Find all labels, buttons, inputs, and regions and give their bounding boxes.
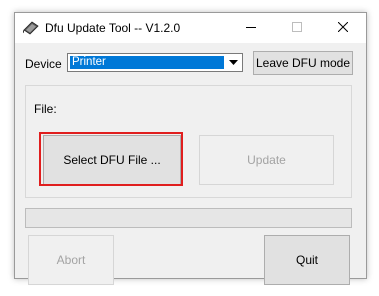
- device-selected-value: Printer: [70, 56, 224, 69]
- dfu-app-icon: [22, 21, 39, 35]
- select-dfu-file-button[interactable]: Select DFU File ...: [43, 135, 181, 185]
- chevron-down-icon[interactable]: [226, 55, 241, 70]
- close-icon: [337, 21, 349, 35]
- close-button[interactable]: [320, 13, 366, 43]
- maximize-button[interactable]: [274, 13, 320, 43]
- window-title: Dfu Update Tool -- V1.2.0: [45, 21, 181, 35]
- file-label: File:: [34, 102, 57, 116]
- window-content: Device Printer Leave DFU mode File: Sele…: [15, 43, 366, 285]
- device-label: Device: [25, 57, 62, 71]
- title-bar[interactable]: Dfu Update Tool -- V1.2.0: [15, 13, 366, 43]
- abort-button[interactable]: Abort: [28, 235, 114, 285]
- minimize-icon: [246, 21, 256, 35]
- maximize-icon: [292, 21, 302, 35]
- leave-dfu-mode-button[interactable]: Leave DFU mode: [253, 51, 353, 75]
- quit-button[interactable]: Quit: [264, 235, 350, 285]
- progress-bar: [25, 208, 352, 228]
- device-dropdown[interactable]: Printer: [67, 53, 243, 72]
- file-group: File: Select DFU File ... Update: [25, 85, 352, 198]
- update-button[interactable]: Update: [199, 135, 334, 185]
- minimize-button[interactable]: [228, 13, 274, 43]
- dfu-update-tool-window: Dfu Update Tool -- V1.2.0 Device Printer…: [14, 12, 367, 285]
